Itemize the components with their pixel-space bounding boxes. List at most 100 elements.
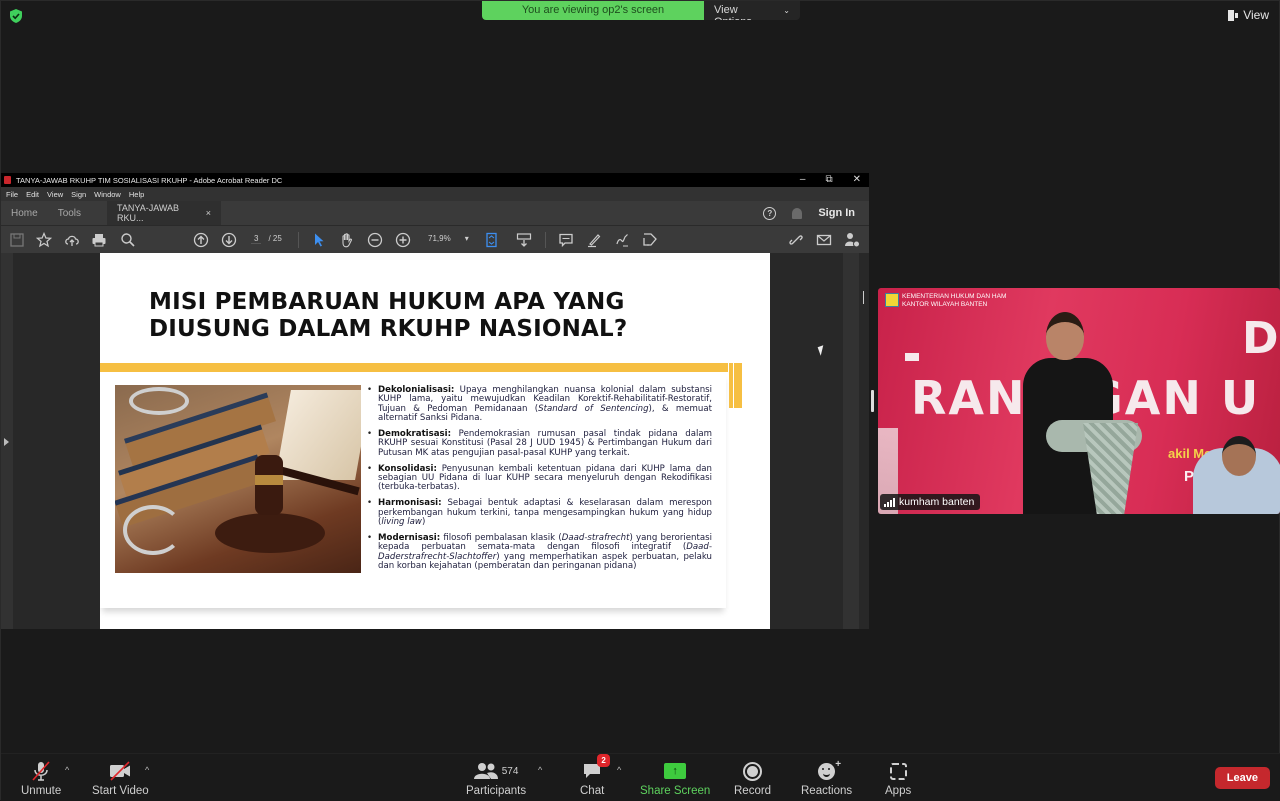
page-number-input[interactable]: 3	[251, 234, 262, 244]
add-user-icon[interactable]	[843, 231, 861, 249]
menu-file[interactable]: File	[6, 190, 18, 199]
kemenkumham-logo-icon	[885, 293, 899, 307]
reactions-smiley-icon: +	[818, 759, 841, 780]
participant-name: kumham banten	[899, 496, 975, 508]
audio-options-caret[interactable]: ^	[65, 765, 69, 775]
zoom-out-icon[interactable]	[366, 231, 384, 249]
expand-arrow-icon	[4, 438, 9, 446]
view-options-label: View Options	[714, 4, 752, 20]
menu-sign[interactable]: Sign	[71, 190, 86, 199]
tab-tools[interactable]: Tools	[48, 201, 91, 225]
video-options-caret[interactable]: ^	[145, 765, 149, 775]
apps-icon	[889, 762, 907, 780]
video-org-text: KEMENTERIAN HUKUM DAN HAM KANTOR WILAYAH…	[902, 293, 1007, 308]
bullet-harmonisasi: Harmonisasi: Sebagai bentuk adaptasi & k…	[365, 499, 712, 527]
restore-button[interactable]: ⧉	[825, 173, 832, 186]
shared-screen-acrobat-window: TANYA-JAWAB RKUHP TIM SOSIALISASI RKUHP …	[1, 173, 869, 629]
reactions-button[interactable]: + Reactions	[801, 759, 853, 798]
notification-bell-icon[interactable]	[792, 207, 803, 219]
bullet-dekolonialisasi: Dekolonialisasi: Upaya menghilangkan nua…	[365, 385, 712, 424]
accent-bar-vertical	[734, 363, 742, 408]
menu-edit[interactable]: Edit	[26, 190, 39, 199]
close-window-button[interactable]: ✕	[853, 173, 861, 186]
select-arrow-icon[interactable]	[310, 231, 328, 249]
print-icon[interactable]	[90, 231, 108, 249]
email-icon[interactable]	[815, 231, 833, 249]
menu-window[interactable]: Window	[94, 190, 121, 199]
bullet-konsolidasi: Konsolidasi: Penyusunan kembali ketentua…	[365, 464, 712, 493]
start-video-button[interactable]: Start Video	[92, 760, 149, 797]
tools-pane-rail[interactable]	[843, 253, 859, 629]
unmute-label: Unmute	[21, 785, 62, 797]
toolbar-divider	[545, 232, 546, 248]
toolbar-divider	[298, 232, 299, 248]
share-edit-icon[interactable]	[641, 231, 659, 249]
sign-in-button[interactable]: Sign In	[818, 207, 855, 219]
document-viewport[interactable]: MISI PEMBARUAN HUKUM APA YANG DIUSUNG DA…	[1, 253, 869, 629]
chat-label: Chat	[580, 785, 605, 797]
signal-strength-icon	[884, 497, 895, 507]
fit-page-icon[interactable]	[483, 231, 501, 249]
sign-icon[interactable]	[613, 231, 631, 249]
chat-options-caret[interactable]: ^	[617, 765, 621, 775]
zoom-level-dropdown[interactable]: 71,9% ▾	[428, 234, 469, 243]
upload-cloud-icon[interactable]	[63, 231, 81, 249]
zoom-meeting-window: You are viewing op2's screen View Option…	[0, 0, 1280, 801]
help-icon[interactable]: ?	[763, 206, 777, 220]
participants-options-caret[interactable]: ^	[538, 765, 542, 775]
tab-home[interactable]: Home	[1, 201, 48, 225]
save-icon[interactable]	[8, 231, 26, 249]
view-layout-icon	[1228, 9, 1239, 21]
menu-view[interactable]: View	[47, 190, 63, 199]
view-label: View	[1243, 8, 1269, 22]
page-indicator: 3 / 25	[251, 234, 282, 244]
highlight-pen-icon[interactable]	[585, 231, 603, 249]
record-button[interactable]: Record	[734, 760, 771, 797]
banner-text: DI	[1242, 313, 1280, 364]
tab-document-label: TANYA-JAWAB RKU...	[117, 203, 180, 223]
unmute-button[interactable]: Unmute	[21, 760, 61, 797]
zoom-search-icon[interactable]	[119, 231, 137, 249]
view-button[interactable]: View	[1228, 8, 1269, 22]
slide-title-line-2: DIUSUNG DALAM RKUHP NASIONAL?	[149, 316, 628, 342]
reactions-label: Reactions	[801, 785, 853, 797]
comment-icon[interactable]	[557, 231, 575, 249]
accent-bar-vertical	[729, 363, 733, 408]
apps-button[interactable]: Apps	[885, 760, 911, 797]
video-camera-off-icon	[110, 761, 131, 781]
viewing-status-text: You are viewing op2's screen	[482, 1, 704, 20]
page-up-icon[interactable]	[192, 231, 210, 249]
acrobat-menu-bar: File Edit View Sign Window Help	[1, 187, 869, 201]
microphone-muted-icon	[32, 761, 50, 781]
navigation-pane-toggle[interactable]	[1, 253, 13, 629]
participants-label: Participants	[466, 785, 527, 797]
panel-divider	[863, 291, 864, 304]
shield-check-icon[interactable]	[9, 9, 23, 23]
scroll-mode-icon[interactable]	[515, 231, 533, 249]
acrobat-tab-bar: Home Tools TANYA-JAWAB RKU... × ? Sign I…	[1, 201, 869, 225]
hand-tool-icon[interactable]	[338, 231, 356, 249]
zoom-in-icon[interactable]	[394, 231, 412, 249]
participants-button[interactable]: 574 Participants	[466, 760, 526, 797]
menu-help[interactable]: Help	[129, 190, 144, 199]
slide-title-line-1: MISI PEMBARUAN HUKUM APA YANG	[149, 289, 625, 315]
leave-button[interactable]: Leave	[1214, 767, 1270, 789]
share-screen-button[interactable]: ↑ Share Screen	[640, 760, 710, 797]
record-label: Record	[734, 785, 772, 797]
page-down-icon[interactable]	[220, 231, 238, 249]
bookmark-star-icon[interactable]	[35, 231, 53, 249]
mission-bullet-list: Dekolonialisasi: Upaya menghilangkan nua…	[365, 385, 712, 578]
meeting-controls-bar: Unmute ^ Start Video ^ 574 Participants …	[1, 753, 1280, 801]
chat-unread-badge: 2	[597, 754, 611, 767]
participant-video-tile[interactable]: KEMENTERIAN HUKUM DAN HAM KANTOR WILAYAH…	[878, 288, 1280, 514]
share-link-icon[interactable]	[787, 231, 805, 249]
view-options-button[interactable]: View Options ⌄	[704, 1, 800, 20]
pdf-app-icon	[4, 176, 11, 184]
bullet-demokratisasi: Demokratisasi: Pendemokrasian rumusan pa…	[365, 429, 712, 458]
panel-resize-handle[interactable]	[871, 390, 874, 412]
chat-button[interactable]: 2 Chat	[580, 754, 611, 797]
tab-document[interactable]: TANYA-JAWAB RKU... ×	[107, 201, 222, 225]
accent-bar	[100, 363, 728, 372]
minimize-button[interactable]: –	[800, 173, 806, 186]
close-tab-icon[interactable]: ×	[206, 208, 211, 218]
